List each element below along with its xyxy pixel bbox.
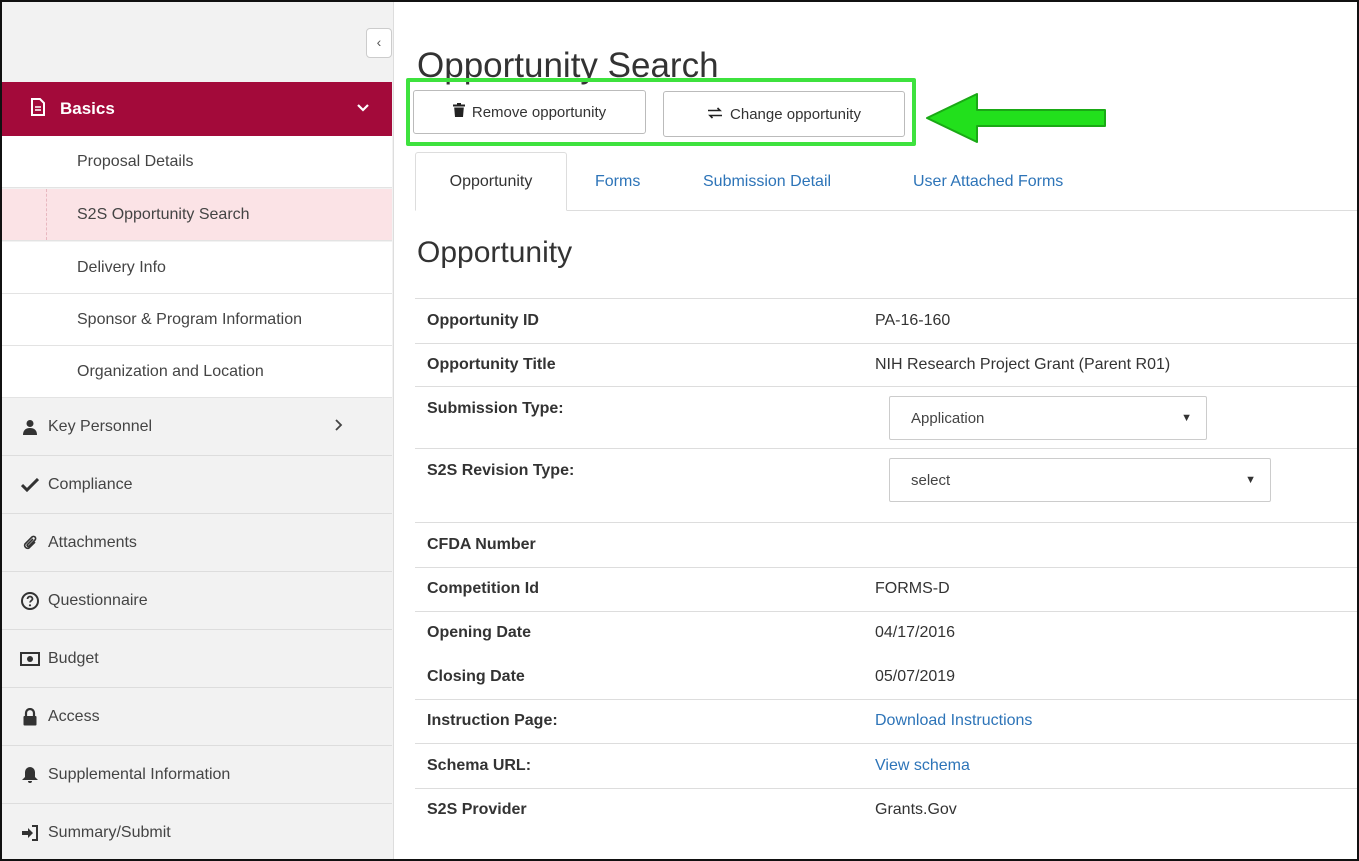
exchange-icon (707, 106, 723, 123)
remove-opportunity-label: Remove opportunity (471, 103, 607, 121)
sidebar-item-organization-location[interactable]: Organization and Location (2, 346, 392, 398)
row-divider (415, 343, 1357, 344)
field-label: Closing Date (427, 668, 525, 685)
change-opportunity-label: Change opportunity (730, 105, 861, 123)
field-value: PA-16-160 (875, 312, 951, 329)
sidebar-item-label: Summary/Submit (48, 823, 171, 841)
row-divider (415, 522, 1357, 523)
sidebar-item-summary-submit[interactable]: Summary/Submit (2, 804, 392, 859)
submission-type-select[interactable]: Application ▼ (889, 396, 1207, 440)
trash-icon (452, 103, 465, 121)
select-value: Application (911, 409, 985, 427)
chevron-down-icon (356, 98, 370, 118)
field-label: Submission Type: (427, 400, 564, 417)
green-arrow-icon (923, 90, 1111, 151)
field-value: 05/07/2019 (875, 668, 956, 685)
chevron-right-icon (334, 418, 344, 437)
sidebar-item-attachments[interactable]: Attachments (2, 514, 392, 572)
row-divider (415, 386, 1357, 387)
field-value: 04/17/2016 (875, 624, 956, 641)
row-divider (415, 788, 1357, 789)
sidebar: ‹ Basics Proposal Details S2S Opportunit… (2, 2, 394, 859)
field-label: Opportunity ID (427, 312, 539, 329)
sidebar-item-delivery-info[interactable]: Delivery Info (2, 242, 392, 294)
sidebar-item-label: Supplemental Information (48, 765, 231, 783)
caret-down-icon: ▼ (1181, 412, 1192, 424)
tab-submission-detail[interactable]: Submission Detail (703, 152, 831, 211)
sidebar-item-s2s-opportunity-search[interactable]: S2S Opportunity Search (2, 189, 392, 241)
change-opportunity-button[interactable]: Change opportunity (663, 91, 905, 137)
sidebar-item-label: Delivery Info (77, 258, 166, 276)
tab-label: Opportunity (449, 172, 533, 190)
field-value: FORMS-D (875, 580, 950, 597)
sidebar-item-compliance[interactable]: Compliance (2, 456, 392, 514)
sidebar-item-label: S2S Opportunity Search (77, 205, 250, 223)
money-icon (19, 651, 41, 666)
field-label: Instruction Page: (427, 712, 558, 729)
paperclip-icon (19, 534, 41, 552)
field-label: CFDA Number (427, 536, 536, 553)
select-value: select (911, 471, 951, 489)
sidebar-item-label: Key Personnel (48, 417, 153, 435)
sidebar-item-label: Compliance (48, 475, 133, 493)
app-window: ‹ Basics Proposal Details S2S Opportunit… (0, 0, 1359, 861)
field-label: S2S Provider (427, 801, 527, 818)
field-label: Schema URL: (427, 757, 532, 774)
user-icon (19, 419, 41, 435)
sidebar-item-label: Sponsor & Program Information (77, 310, 302, 328)
sidebar-section-label: Basics (60, 99, 115, 118)
sidebar-section-basics[interactable]: Basics (2, 82, 392, 136)
row-divider (415, 298, 1357, 299)
row-divider (415, 611, 1357, 612)
download-instructions-link[interactable]: Download Instructions (875, 712, 1032, 730)
sidebar-item-label: Access (48, 707, 100, 725)
field-label: Competition Id (427, 580, 539, 597)
field-label: Opening Date (427, 624, 532, 641)
row-divider (415, 567, 1357, 568)
sidebar-item-budget[interactable]: Budget (2, 630, 392, 688)
tab-label: Submission Detail (703, 172, 832, 190)
collapse-sidebar-button[interactable]: ‹ (366, 28, 392, 58)
sidebar-item-sponsor-program[interactable]: Sponsor & Program Information (2, 294, 392, 346)
tab-opportunity[interactable]: Opportunity (415, 152, 567, 211)
sign-in-icon (19, 824, 41, 841)
tab-label: User Attached Forms (913, 172, 1064, 190)
bell-icon (19, 766, 41, 784)
question-circle-icon (19, 591, 41, 610)
row-divider (415, 699, 1357, 700)
tab-forms[interactable]: Forms (595, 152, 640, 211)
lock-icon (19, 707, 41, 726)
view-schema-link[interactable]: View schema (875, 757, 970, 775)
sidebar-item-label: Questionnaire (48, 591, 148, 609)
sidebar-item-access[interactable]: Access (2, 688, 392, 746)
sidebar-item-label: Budget (48, 649, 99, 667)
row-divider (415, 448, 1357, 449)
section-title: Opportunity (417, 236, 573, 269)
sidebar-item-proposal-details[interactable]: Proposal Details (2, 136, 392, 188)
sidebar-item-supplemental-information[interactable]: Supplemental Information (2, 746, 392, 804)
tab-user-attached-forms[interactable]: User Attached Forms (913, 152, 1063, 211)
sidebar-item-key-personnel[interactable]: Key Personnel (2, 398, 392, 456)
tab-label: Forms (595, 172, 641, 190)
caret-down-icon: ▼ (1245, 474, 1256, 486)
sidebar-item-questionnaire[interactable]: Questionnaire (2, 572, 392, 630)
row-divider (415, 743, 1357, 744)
field-label: S2S Revision Type: (427, 462, 575, 479)
s2s-revision-type-select[interactable]: select ▼ (889, 458, 1271, 502)
tab-bar: Opportunity Forms Submission Detail User… (415, 152, 1357, 211)
document-icon (30, 97, 46, 121)
sidebar-item-label: Attachments (48, 533, 137, 551)
checkmark-icon (19, 477, 41, 492)
field-value: NIH Research Project Grant (Parent R01) (875, 356, 1171, 373)
field-value: Grants.Gov (875, 801, 957, 818)
sidebar-item-label: Organization and Location (77, 362, 264, 380)
sidebar-item-label: Proposal Details (77, 152, 194, 170)
field-label: Opportunity Title (427, 356, 556, 373)
remove-opportunity-button[interactable]: Remove opportunity (413, 90, 646, 134)
main-content: Opportunity Search Remove opportunity Ch… (395, 2, 1357, 859)
